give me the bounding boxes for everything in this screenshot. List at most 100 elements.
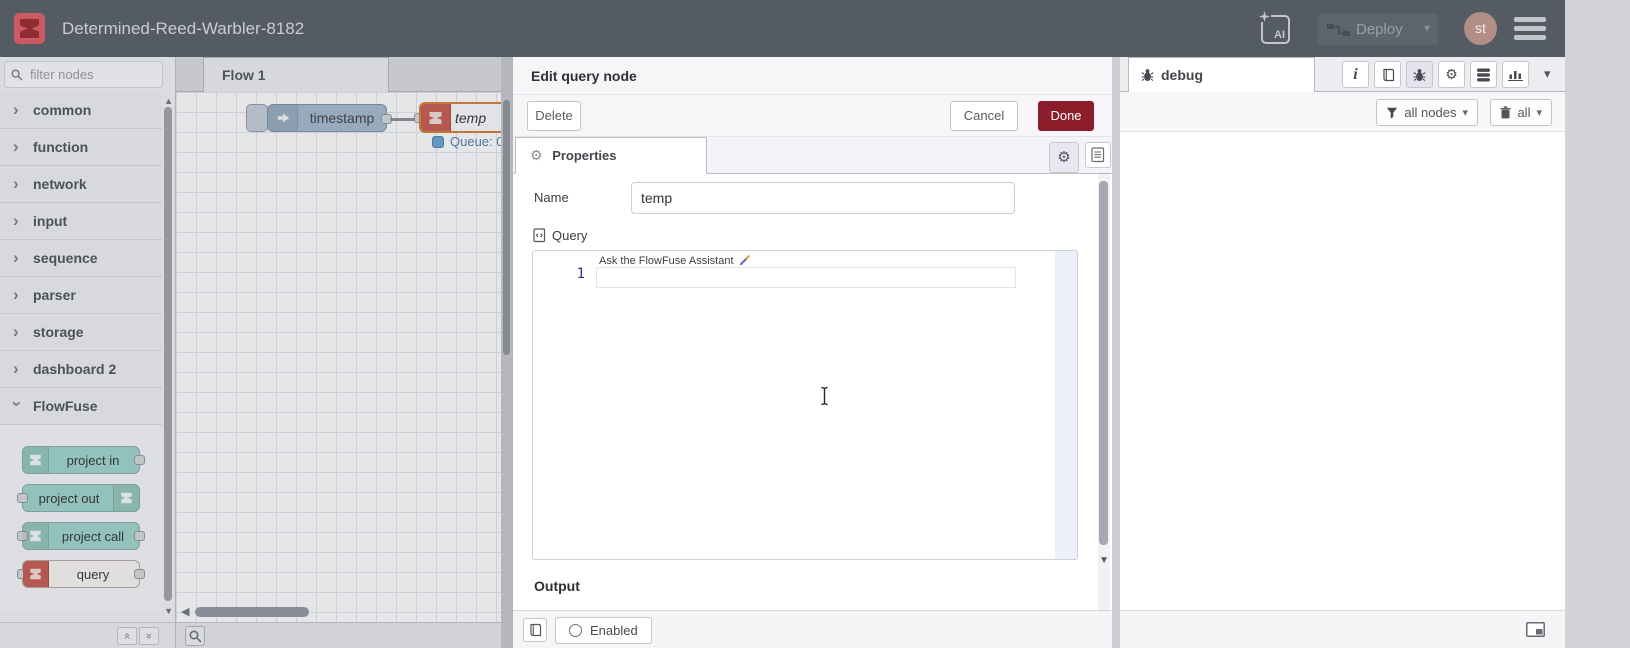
sidebar-tab-context[interactable] [1470,61,1497,88]
chevron-right-icon: › [13,210,19,230]
edit-node-panel: Edit query node Delete Cancel Done ⚙ Pro… [512,57,1112,648]
filter-nodes-input[interactable] [28,66,138,83]
category-label: storage [33,324,84,340]
edit-panel-form: Name Query 1 Ask the FlowFuse Assistant [513,174,1112,610]
output-port [134,531,145,541]
palette-node-project-call[interactable]: project call [17,522,145,550]
edit-panel-scroll-down-arrow[interactable]: ▼ [1099,555,1109,566]
expand-all-categories-button[interactable]: « [139,627,159,645]
palette-node-query[interactable]: query [17,560,145,588]
sidebar-splitter[interactable] [1112,57,1120,648]
assistant-placeholder[interactable]: Ask the FlowFuse Assistant [599,254,751,267]
inject-node[interactable]: timestamp [267,104,387,132]
canvas-vscrollbar-track[interactable] [501,57,512,648]
palette-scroll-up-arrow[interactable]: ▲ [164,96,173,106]
flow-canvas[interactable]: timestamp temp Queue: 0 ◀ [176,92,512,648]
palette-category-flowfuse[interactable]: › FlowFuse [0,388,162,425]
cancel-button[interactable]: Cancel [950,101,1018,131]
delete-button[interactable]: Delete [527,101,581,131]
chevron-down-icon: › [8,400,27,407]
open-in-new-window-icon[interactable] [1526,622,1545,637]
node-help-button[interactable] [523,618,547,642]
category-label: FlowFuse [33,398,98,414]
category-label: input [33,213,68,229]
sidebar-tab-config-nodes[interactable]: ⚙ [1438,61,1465,88]
palette-category-network[interactable]: › network [0,166,162,203]
tab-debug[interactable]: debug [1128,57,1315,92]
ai-label: AI [1274,29,1285,41]
ai-assistant-button[interactable]: AI [1258,11,1290,44]
chevron-right-icon: › [13,321,19,341]
edit-panel-scrollbar-thumb[interactable] [1099,181,1108,545]
palette-category-storage[interactable]: › storage [0,314,162,351]
palette-category-dashboard2[interactable]: › dashboard 2 [0,351,162,388]
node-red-window: Determined-Reed-Warbler-8182 AI Deploy ▾… [0,0,1565,648]
node-enabled-toggle[interactable]: Enabled [555,617,652,644]
category-label: sequence [33,250,98,266]
editor-active-line[interactable] [596,267,1016,288]
debug-clear-label: all [1517,105,1531,120]
workspace-tab-bar: Flow 1 [176,57,512,92]
chevron-right-icon: › [13,284,19,304]
palette-flowfuse-nodes: project in project out project call quer… [0,425,162,610]
done-button[interactable]: Done [1038,101,1094,131]
mouse-ibeam-cursor [821,386,828,406]
palette-node-project-in[interactable]: project in [22,446,145,474]
deploy-caret-icon[interactable]: ▾ [1424,21,1430,35]
debug-tab-label: debug [1161,67,1203,83]
palette-search[interactable] [4,61,163,88]
flowfuse-node-icon [23,523,49,549]
palette-category-parser[interactable]: › parser [0,277,162,314]
workspace: Flow 1 timestamp temp Queue: 0 ◀ [176,57,512,648]
canvas-hscrollbar-thumb[interactable] [195,607,309,617]
main-menu-button[interactable] [1514,17,1546,41]
bar-chart-icon [1508,71,1523,81]
search-flows-button[interactable] [185,626,205,646]
edit-panel-toolbar: Delete Cancel Done [513,95,1112,137]
sidebar-tab-debug-icon[interactable] [1406,61,1433,88]
output-port [134,569,145,579]
tab-properties[interactable]: ⚙ Properties [515,137,707,174]
name-label: Name [534,190,569,205]
funnel-icon [1387,107,1398,118]
flowfuse-node-icon [421,104,451,131]
tab-properties-icon[interactable]: ⚙ [1049,142,1079,173]
user-avatar[interactable]: st [1464,12,1497,45]
category-label: network [33,176,87,192]
inject-node-button[interactable] [246,104,268,132]
sidebar-tab-info[interactable]: i [1342,61,1369,88]
output-section-label: Output [534,578,580,594]
flow-tab[interactable]: Flow 1 [203,57,389,92]
deploy-button[interactable]: Deploy ▾ [1318,14,1438,45]
sidebar-tab-help[interactable] [1374,61,1401,88]
query-node-selected[interactable]: temp [419,102,512,133]
canvas-vscrollbar-thumb[interactable] [503,100,510,355]
document-icon [1091,147,1105,163]
palette-scrollbar-thumb[interactable] [164,107,172,601]
palette-node-project-out[interactable]: project out [17,484,140,512]
sidebar-tab-catalogue[interactable] [1502,61,1529,88]
chevron-right-icon: › [13,358,19,378]
palette-category-sequence[interactable]: › sequence [0,240,162,277]
sidebar-tabs-dropdown-caret[interactable]: ▾ [1544,66,1551,82]
palette-scroll-down-arrow[interactable]: ▼ [164,606,173,616]
editor-scrollbar-track[interactable] [1055,251,1077,559]
debug-filter-button[interactable]: all nodes ▾ [1376,99,1478,126]
canvas-scroll-left-arrow[interactable]: ◀ [181,605,189,618]
deploy-flow-icon [1327,24,1350,36]
collapse-all-categories-button[interactable]: « [117,627,137,645]
query-code-editor[interactable]: 1 Ask the FlowFuse Assistant [532,250,1078,560]
palette-category-input[interactable]: › input [0,203,162,240]
output-port [134,455,145,465]
debug-clear-button[interactable]: all ▾ [1490,99,1552,126]
trash-icon [1500,106,1512,119]
chevron-down-icon: ▾ [1536,107,1542,119]
palette-category-function[interactable]: › function [0,129,162,166]
tab-description[interactable] [1085,142,1111,168]
palette-category-common[interactable]: › common [0,92,162,129]
palette-node-label: query [76,566,110,582]
search-icon [11,68,23,81]
edit-panel-tabs: ⚙ Properties ⚙ [513,137,1112,174]
name-input[interactable] [631,182,1015,214]
editor-line-number: 1 [576,266,585,282]
